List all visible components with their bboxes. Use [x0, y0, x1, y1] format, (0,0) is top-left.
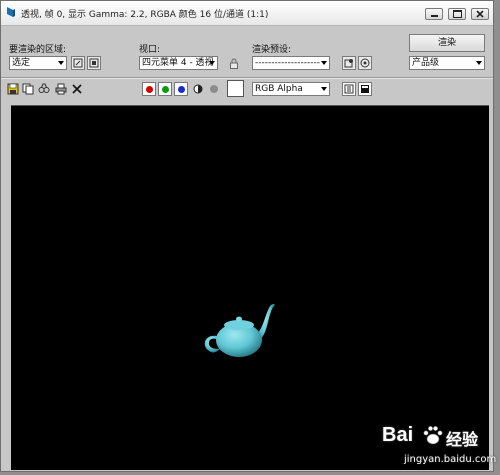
quality-dropdown[interactable]: 产品级	[409, 56, 485, 70]
copy-image-icon[interactable]	[22, 83, 34, 95]
lock-viewport-button[interactable]	[227, 56, 241, 70]
render-frame-icon	[7, 7, 15, 17]
paw-icon	[423, 425, 443, 445]
render-frame-window: 透视, 帧 0, 显示 Gamma: 2.2, RGBA 颜色 16 位/通道 …	[0, 0, 494, 472]
save-image-icon[interactable]	[7, 83, 19, 95]
blue-channel-icon	[177, 85, 185, 93]
watermark-url: jingyan.baidu.com	[404, 454, 497, 465]
area-value: 选定	[12, 58, 31, 68]
maximize-icon	[452, 10, 462, 18]
area-dropdown[interactable]: 选定	[9, 56, 67, 70]
close-icon	[476, 10, 484, 18]
minimize-button[interactable]	[425, 8, 443, 20]
lock-icon	[230, 58, 238, 69]
window-title: 透视, 帧 0, 显示 Gamma: 2.2, RGBA 颜色 16 位/通道 …	[21, 10, 269, 20]
green-channel-toggle[interactable]	[158, 82, 172, 96]
red-channel-toggle[interactable]	[142, 82, 156, 96]
edit-region-icon	[73, 58, 83, 68]
preset-label: 渲染预设:	[252, 45, 292, 55]
panel-icon	[344, 84, 354, 94]
title-bar[interactable]: 透视, 帧 0, 显示 Gamma: 2.2, RGBA 颜色 16 位/通道 …	[1, 1, 493, 26]
environment-icon	[360, 58, 370, 68]
close-button[interactable]	[471, 8, 489, 20]
clear-icon[interactable]	[71, 83, 83, 95]
auto-region-button[interactable]	[87, 56, 101, 70]
toolbar-separator	[1, 77, 493, 79]
watermark-brand: Bai	[382, 424, 414, 446]
teapot-render	[204, 304, 275, 357]
blue-channel-toggle[interactable]	[174, 82, 188, 96]
toggle-ui-button[interactable]	[342, 82, 356, 96]
red-channel-icon	[145, 85, 153, 93]
render-button[interactable]: 渲染	[409, 34, 485, 52]
render-setup-icon	[344, 59, 353, 68]
channel-value: RGB Alpha	[255, 84, 303, 94]
baidu-watermark: Bai 经验 jingyan.baidu.com	[380, 418, 498, 472]
environment-button[interactable]	[358, 56, 372, 70]
watermark-suffix: 经验	[446, 430, 479, 449]
overlay-button[interactable]	[358, 82, 372, 96]
viewport-dropdown[interactable]: 四元菜单 4 - 透视	[139, 56, 218, 70]
minimize-icon	[430, 14, 438, 17]
render-setup-button[interactable]	[342, 56, 356, 70]
edit-region-button[interactable]	[71, 56, 85, 70]
print-icon[interactable]	[55, 83, 67, 95]
auto-region-icon	[89, 58, 99, 68]
maximize-button[interactable]	[448, 8, 466, 20]
monochrome-toggle-icon[interactable]	[209, 84, 219, 94]
quality-value: 产品级	[412, 58, 440, 68]
preset-value: --------------------	[255, 58, 320, 68]
render-viewport[interactable]	[11, 105, 489, 470]
color-swatch[interactable]	[227, 80, 244, 97]
alpha-toggle-icon[interactable]	[193, 84, 203, 94]
viewport-value: 四元菜单 4 - 透视	[142, 58, 214, 68]
display-icon	[361, 85, 369, 93]
viewport-label: 视口:	[139, 45, 161, 55]
clone-frame-icon[interactable]	[38, 83, 50, 95]
preset-dropdown[interactable]: --------------------	[252, 56, 330, 70]
channel-dropdown[interactable]: RGB Alpha	[252, 82, 330, 96]
area-label: 要渲染的区域:	[9, 45, 67, 55]
green-channel-icon	[161, 85, 169, 93]
